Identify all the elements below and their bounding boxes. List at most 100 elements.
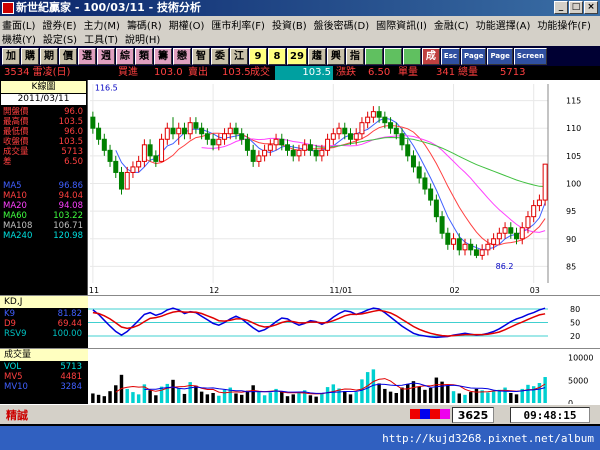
candle-body: [319, 149, 325, 157]
menu-item[interactable]: 主力(M): [84, 17, 120, 32]
candle-body: [519, 227, 525, 240]
stock-code-field[interactable]: 3625: [452, 407, 494, 423]
volume-bar: [205, 394, 210, 403]
menu-item[interactable]: 機模(Y): [2, 31, 36, 46]
toolbar-button[interactable]: 籌: [154, 47, 172, 65]
menu-item[interactable]: 證券(E): [42, 17, 76, 32]
volume-bar: [177, 388, 181, 403]
candle-body: [302, 144, 308, 151]
candle-body: [468, 243, 474, 251]
stock-name: 3534 雷凌(日): [4, 67, 71, 78]
toolbar-button[interactable]: Screen: [513, 47, 548, 65]
menu-item[interactable]: 籌碼(R): [127, 17, 162, 32]
toolbar-button[interactable]: 指: [345, 47, 364, 65]
indicator-value: 103.22: [53, 211, 83, 221]
menu-item[interactable]: 金融(C): [434, 17, 469, 32]
toolbar-button[interactable]: 類: [135, 47, 153, 65]
candle-body: [365, 116, 371, 124]
volume-bar: [245, 390, 250, 403]
volume-bar: [331, 384, 336, 403]
menu-item[interactable]: 功能操作(F): [537, 17, 591, 32]
toolbar-button[interactable]: 8: [268, 47, 286, 65]
menu-item[interactable]: 期權(O): [169, 17, 205, 32]
toolbar-button[interactable]: 期: [40, 47, 58, 65]
indicator-value: 5713: [61, 147, 83, 157]
indicator-label: K9: [4, 309, 15, 319]
toolbar-button[interactable]: 選: [78, 47, 96, 65]
menu-item[interactable]: 國際資訊(I): [376, 17, 427, 32]
volume-bar: [154, 395, 158, 403]
candle-body: [502, 227, 508, 234]
indicator-row: 開盤價 96.0: [0, 107, 87, 117]
toolbar-button[interactable]: Esc: [440, 47, 461, 65]
volume-bar: [268, 392, 273, 403]
indicator-label: 開盤價: [3, 107, 29, 117]
candle-body: [433, 199, 439, 218]
volume-bar: [509, 393, 513, 403]
candle-body: [416, 166, 422, 179]
toolbar-button[interactable]: 趨: [307, 47, 326, 65]
toolbar-button[interactable]: 成: [421, 47, 440, 65]
toolbar-button[interactable]: Page: [461, 47, 487, 65]
candle-body: [193, 122, 199, 129]
menu-item[interactable]: 說明(H): [125, 31, 160, 46]
candle-body: [285, 144, 291, 151]
price-annotation: 116.5: [95, 83, 118, 92]
candle-body: [405, 144, 411, 157]
menu-item[interactable]: 畫面(L): [2, 17, 35, 32]
volume-bar: [383, 388, 387, 403]
toolbar-button[interactable]: 價: [59, 47, 77, 65]
menu-item[interactable]: 工具(T): [84, 31, 118, 46]
kd-tick-label: 80: [570, 305, 580, 314]
kd-tick-label: 50: [570, 319, 580, 328]
candle-body: [176, 127, 182, 135]
candle-body: [164, 127, 170, 140]
menu-item[interactable]: 功能選擇(A): [476, 17, 531, 32]
y-tick-label: 95: [566, 207, 576, 216]
candle-body: [147, 144, 153, 157]
toolbar-button[interactable]: 江: [230, 47, 248, 65]
toolbar-button[interactable]: 興: [326, 47, 345, 65]
candle-body: [353, 133, 359, 140]
volume-bar: [314, 396, 318, 403]
candle-body: [256, 155, 262, 162]
volume-bar: [222, 389, 227, 403]
candle-body: [290, 149, 296, 157]
candle-body: [187, 122, 193, 135]
x-tick-label: 11: [89, 286, 99, 295]
toolbar-button[interactable]: 29: [287, 47, 307, 65]
volume-bar: [182, 393, 187, 403]
volume-bar: [348, 394, 353, 403]
toolbar-button[interactable]: 綜: [116, 47, 134, 65]
toolbar-button[interactable]: 智: [192, 47, 210, 65]
minimize-button[interactable]: _: [554, 1, 568, 14]
toolbar-button[interactable]: 戀: [173, 47, 191, 65]
maximize-button[interactable]: □: [569, 1, 583, 14]
toolbar-button[interactable]: Page: [487, 47, 513, 65]
k-line-info-panel: K線圖 2011/03/11 開盤價 96.0 最高價 103.5 最低價 96.0 收盤價…: [0, 80, 88, 295]
menu-item[interactable]: 盤後密碼(D): [314, 17, 370, 32]
menu-item[interactable]: 投資(B): [272, 17, 307, 32]
menu-item[interactable]: 設定(S): [43, 31, 77, 46]
toolbar-button[interactable]: [402, 47, 421, 65]
volume-bar: [428, 388, 433, 403]
candle-body: [136, 160, 142, 168]
volume-bar: [114, 385, 118, 403]
candlestick-chart[interactable]: 85 90 95 100 105 110 115 11 12 11/01 02 03 116.5 86.2: [88, 80, 600, 295]
toolbar-button[interactable]: 加: [2, 47, 20, 65]
toolbar-button[interactable]: 週: [97, 47, 115, 65]
toolbar-button[interactable]: 購: [21, 47, 39, 65]
candle-body: [542, 163, 548, 201]
toolbar-button[interactable]: [364, 47, 383, 65]
toolbar-button[interactable]: 委: [211, 47, 229, 65]
toolbar-button[interactable]: 9: [249, 47, 267, 65]
candle-body: [370, 111, 376, 118]
indicator-label: MV5: [4, 372, 23, 382]
candle-body: [313, 149, 319, 157]
volume-bar: [148, 390, 152, 403]
close-button[interactable]: ×: [584, 1, 598, 14]
indicator-row: RSV9 100.00: [4, 329, 82, 339]
y-tick-label: 100: [566, 180, 581, 189]
menu-item[interactable]: 匯市利率(F): [211, 17, 265, 32]
toolbar-button[interactable]: [383, 47, 402, 65]
